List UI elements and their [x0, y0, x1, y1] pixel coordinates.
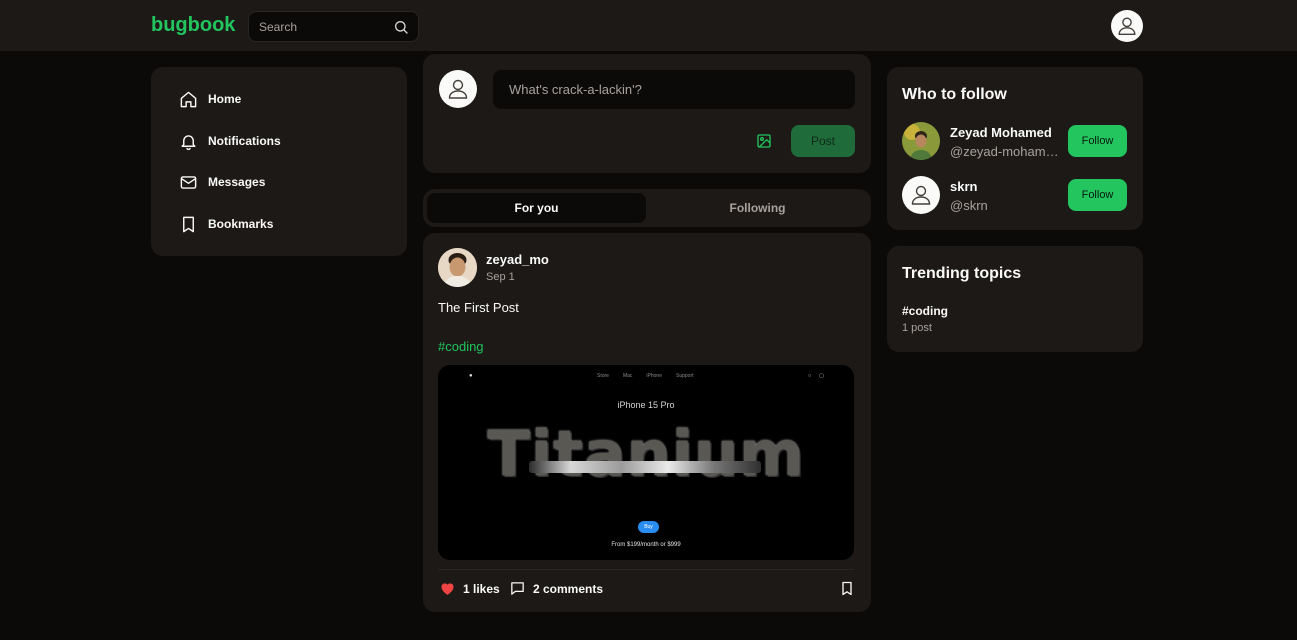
sidebar-item-label: Bookmarks: [208, 217, 274, 231]
search-input[interactable]: [259, 12, 389, 41]
who-to-follow-panel: Who to follow Zeyad Mohamed @zeyad-moham…: [887, 67, 1143, 230]
image-icon[interactable]: [756, 133, 774, 151]
user-menu-avatar[interactable]: [1111, 10, 1143, 42]
sidebar-item-home[interactable]: Home: [179, 88, 241, 110]
comment-icon: [509, 580, 526, 597]
composer-input[interactable]: [493, 70, 855, 109]
bookmark-icon: [179, 215, 198, 234]
follow-button[interactable]: Follow: [1068, 125, 1127, 157]
sidebar-item-label: Home: [208, 92, 242, 106]
trending-topic-count: 1 post: [902, 322, 932, 334]
post-card: zeyad_mo Sep 1 The First Post #coding ● …: [423, 233, 871, 612]
tab-following[interactable]: Following: [648, 193, 867, 223]
post-composer: Post: [423, 54, 871, 173]
post-image[interactable]: ● Store Mac iPhone Support ○ ▢ iPhone 15…: [438, 365, 854, 560]
home-icon: [179, 90, 198, 109]
image-nav-link: iPhone: [646, 373, 662, 379]
image-title: iPhone 15 Pro: [617, 400, 675, 410]
like-count: 1 likes: [463, 581, 500, 596]
post-text: The First Post: [438, 300, 519, 315]
follow-user-name[interactable]: skrn: [950, 179, 977, 194]
trending-topic[interactable]: #coding: [902, 304, 948, 318]
image-phone-edge: [529, 461, 761, 473]
sidebar-item-label: Notifications: [208, 134, 281, 148]
post-author-avatar[interactable]: [438, 248, 477, 287]
search-icon[interactable]: [393, 19, 409, 35]
post-author-name[interactable]: zeyad_mo: [486, 252, 549, 267]
sidebar-item-notifications[interactable]: Notifications: [179, 130, 281, 152]
sidebar-item-messages[interactable]: Messages: [179, 171, 265, 193]
mail-icon: [179, 173, 198, 192]
user-icon: [1116, 15, 1138, 37]
bag-icon: ▢: [819, 373, 824, 379]
like-button[interactable]: 1 likes: [439, 580, 500, 597]
post-hashtag[interactable]: #coding: [438, 339, 484, 354]
image-nav-link: Support: [675, 373, 694, 379]
trending-panel: Trending topics #coding 1 post: [887, 246, 1143, 352]
follow-button[interactable]: Follow: [1068, 179, 1127, 211]
follow-suggestion: Zeyad Mohamed @zeyad-mohamed Follow: [902, 122, 1128, 162]
follow-user-name[interactable]: Zeyad Mohamed: [950, 125, 1052, 140]
heart-icon: [439, 580, 456, 597]
image-hero-text: Titanium: [487, 417, 805, 490]
feed-tabs: For you Following: [423, 189, 871, 227]
user-avatar[interactable]: [902, 122, 940, 160]
trending-title: Trending topics: [902, 265, 1022, 282]
sidebar-item-label: Messages: [208, 175, 266, 189]
apple-logo-icon: ●: [469, 373, 473, 379]
image-nav-link: Store: [597, 373, 609, 379]
user-icon: [446, 77, 470, 101]
search-icon: ○: [808, 373, 812, 379]
follow-user-handle: @zeyad-mohamed: [950, 144, 1060, 159]
composer-avatar: [439, 70, 477, 108]
bookmark-icon[interactable]: [839, 580, 855, 597]
post-divider: [438, 569, 854, 570]
post-button[interactable]: Post: [791, 125, 855, 157]
image-nav-link: Mac: [622, 373, 633, 379]
bell-icon: [179, 132, 198, 151]
tab-for-you[interactable]: For you: [427, 193, 646, 223]
comment-count: 2 comments: [533, 581, 604, 596]
user-avatar[interactable]: [902, 176, 940, 214]
logo[interactable]: bugbook: [151, 14, 235, 37]
top-bar: bugbook: [0, 0, 1297, 51]
comments-button[interactable]: 2 comments: [509, 580, 603, 597]
follow-suggestion: skrn @skrn Follow: [902, 176, 1128, 216]
user-icon: [909, 183, 933, 207]
who-to-follow-title: Who to follow: [902, 86, 1007, 103]
sidebar-nav-panel: Home Notifications Messages Bookmarks: [151, 67, 407, 256]
search-box[interactable]: [248, 11, 419, 42]
image-price-text: From $199/month or $999: [611, 542, 681, 548]
image-buy-badge: Buy: [638, 521, 659, 533]
post-date[interactable]: Sep 1: [486, 271, 515, 283]
follow-user-handle: @skrn: [950, 198, 988, 213]
sidebar-item-bookmarks[interactable]: Bookmarks: [179, 213, 273, 235]
